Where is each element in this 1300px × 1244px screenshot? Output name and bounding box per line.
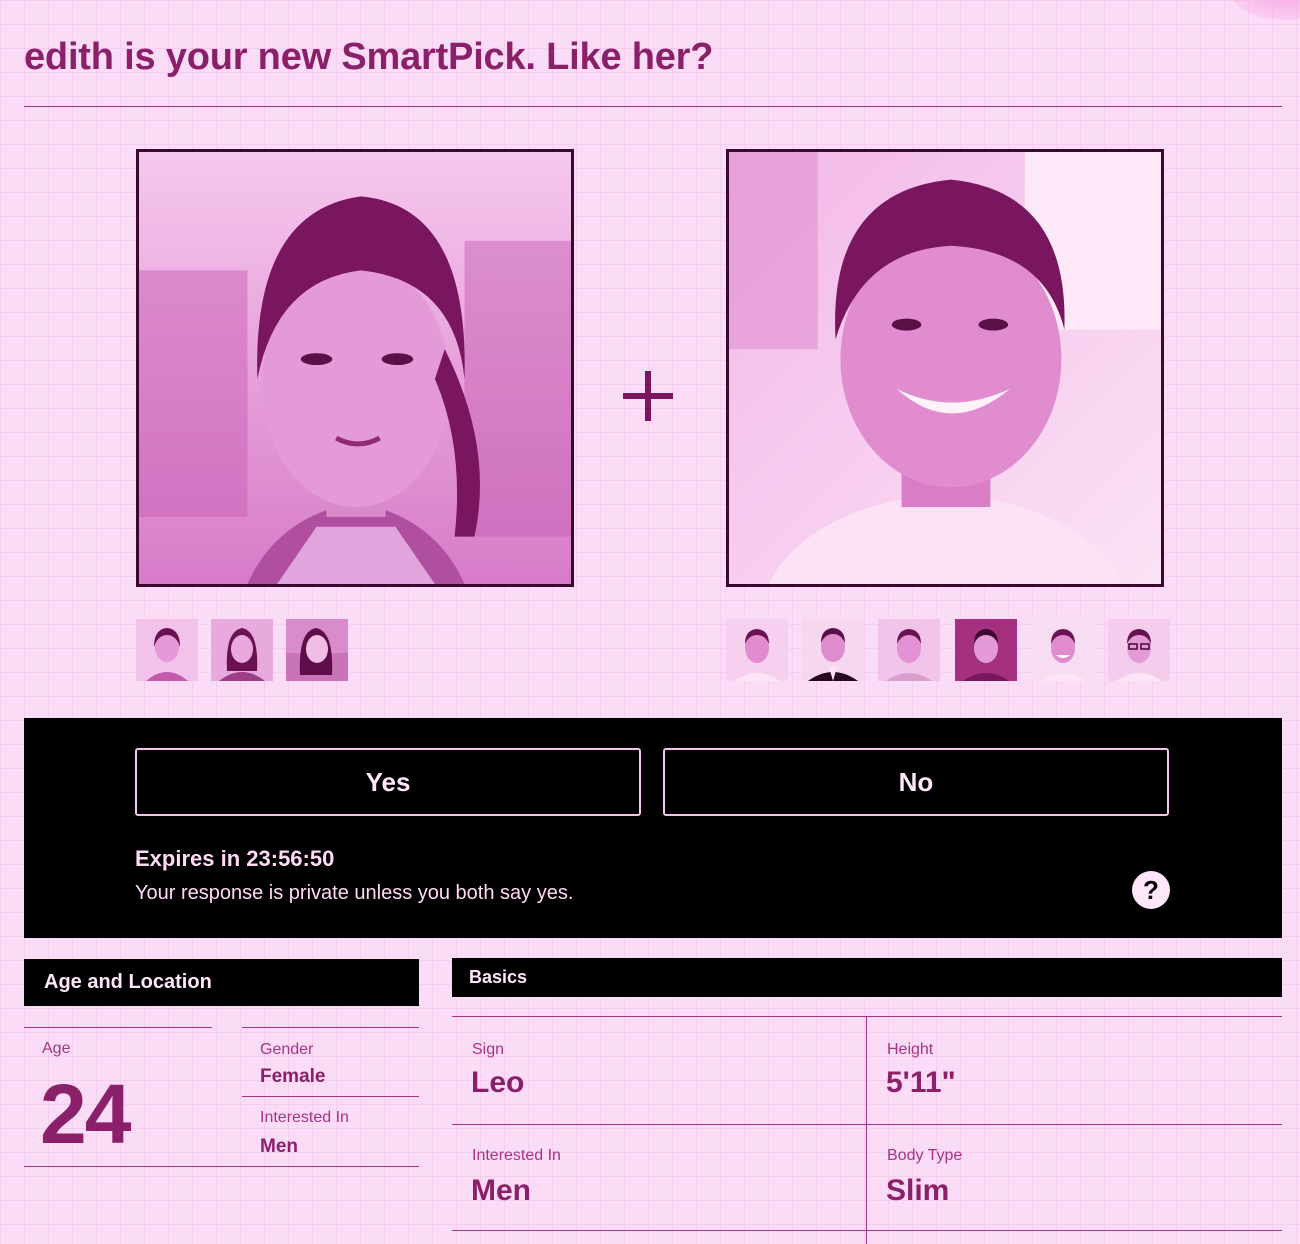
basics-interested-in-value: Men <box>471 1174 531 1207</box>
basics-column-divider <box>866 1016 867 1244</box>
his-thumbnail-2[interactable] <box>802 619 864 681</box>
basics-interested-in-label: Interested In <box>472 1147 561 1164</box>
basics-header: Basics <box>452 958 1282 997</box>
gender-top-rule <box>242 1027 419 1028</box>
sign-value: Leo <box>471 1066 525 1099</box>
age-label: Age <box>42 1040 71 1057</box>
height-label: Height <box>887 1041 934 1058</box>
his-thumbnail-4[interactable] <box>955 619 1017 681</box>
his-thumbnail-5[interactable] <box>1032 619 1094 681</box>
her-thumbnail-2[interactable] <box>211 619 273 681</box>
age-location-bottom-rule <box>24 1166 419 1167</box>
yes-button[interactable]: Yes <box>135 748 641 816</box>
smartpick-action-panel: Yes No Expires in 23:56:50 Your response… <box>24 718 1282 938</box>
privacy-note: Your response is private unless you both… <box>135 882 574 904</box>
help-icon[interactable]: ? <box>1132 871 1170 909</box>
age-location-header: Age and Location <box>24 959 419 1006</box>
body-type-value: Slim <box>886 1174 950 1207</box>
gender-value: Female <box>260 1066 326 1087</box>
height-value: 5'11" <box>886 1066 956 1099</box>
his-thumbnail-3[interactable] <box>878 619 940 681</box>
interested-in-label: Interested In <box>260 1109 349 1126</box>
her-thumbnail-1[interactable] <box>136 619 198 681</box>
basics-top-rule <box>452 1016 1282 1017</box>
plus-icon <box>623 371 673 421</box>
age-top-rule <box>24 1027 212 1028</box>
no-button[interactable]: No <box>663 748 1169 816</box>
age-value: 24 <box>40 1067 131 1161</box>
basics-bottom-rule <box>452 1230 1282 1231</box>
corner-glow <box>1230 0 1300 20</box>
gender-label: Gender <box>260 1041 314 1058</box>
his-thumbnail-6[interactable] <box>1108 619 1170 681</box>
sign-label: Sign <box>472 1041 505 1058</box>
gender-bottom-rule <box>242 1096 419 1097</box>
her-main-photo[interactable] <box>136 149 574 587</box>
basics-middle-rule <box>452 1124 1282 1125</box>
title-divider <box>24 106 1282 107</box>
interested-in-value: Men <box>260 1136 298 1157</box>
body-type-label: Body Type <box>887 1147 963 1164</box>
expiry-countdown: Expires in 23:56:50 <box>135 846 335 871</box>
her-thumbnail-3[interactable] <box>286 619 348 681</box>
his-main-photo[interactable] <box>726 149 1164 587</box>
page-title: edith is your new SmartPick. Like her? <box>24 36 714 78</box>
his-thumbnail-1[interactable] <box>726 619 788 681</box>
